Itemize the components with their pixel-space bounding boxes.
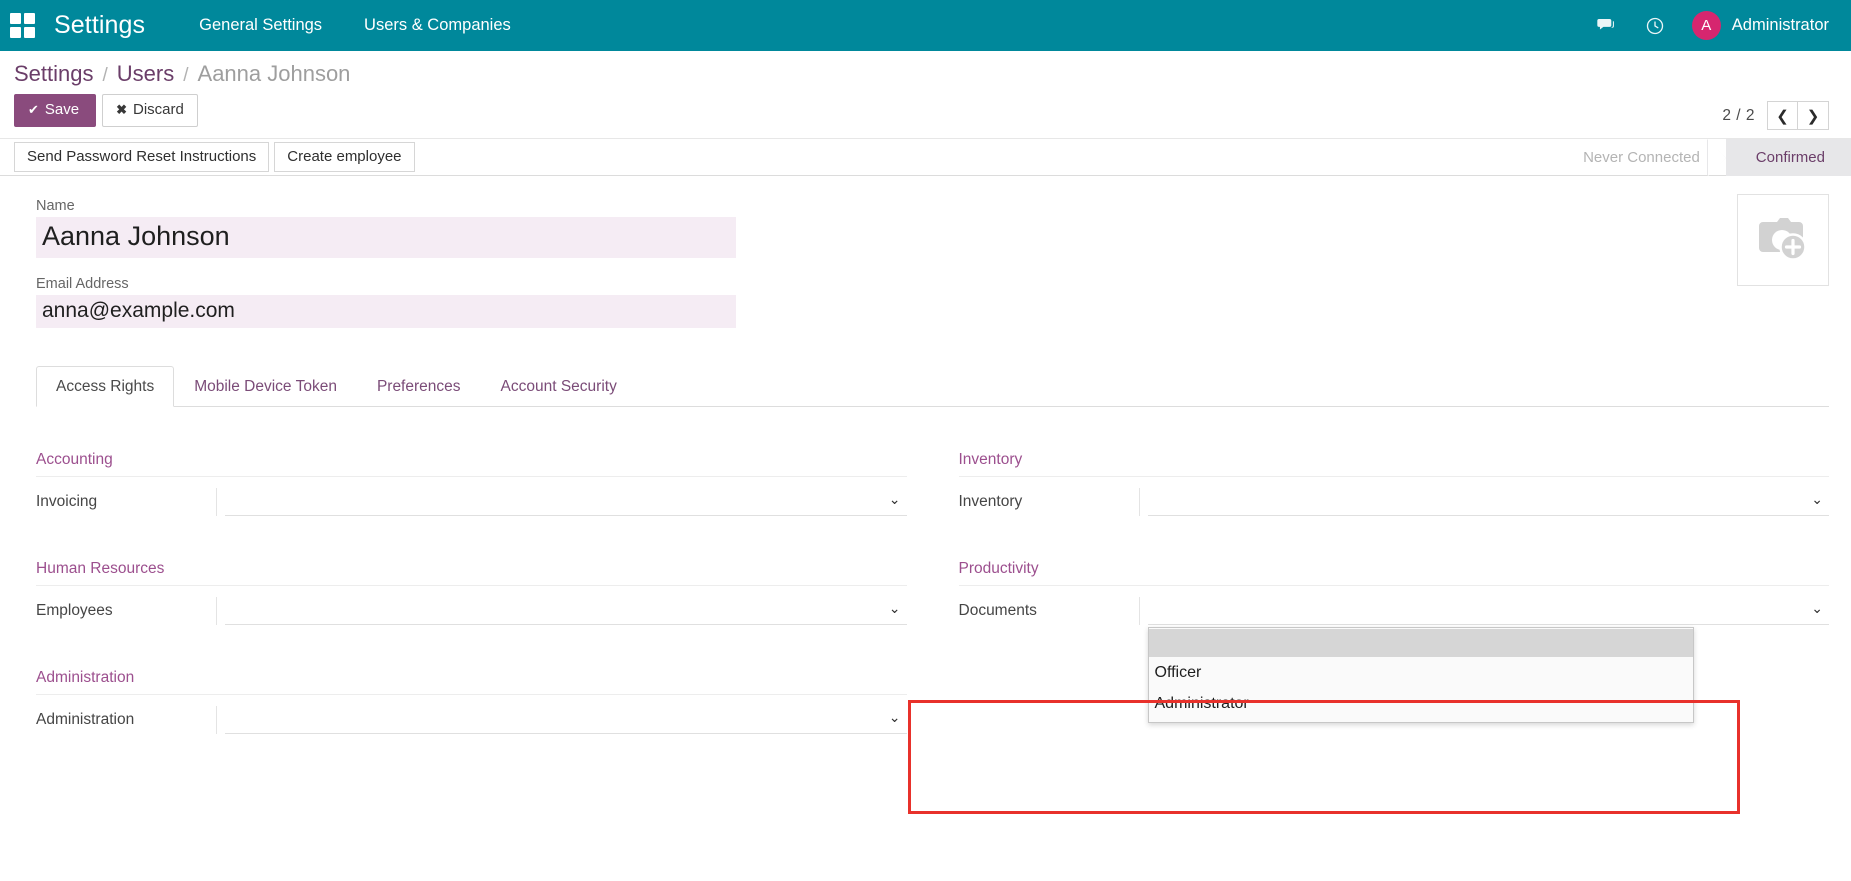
top-navbar: Settings General Settings Users & Compan… (0, 0, 1851, 51)
email-label: Email Address (36, 276, 1829, 292)
statusbar-row: Send Password Reset Instructions Create … (0, 139, 1851, 176)
camera-plus-icon (1752, 214, 1814, 266)
tab-access-rights[interactable]: Access Rights (36, 366, 174, 407)
notebook: Access Rights Mobile Device Token Prefer… (36, 366, 1829, 734)
save-button[interactable]: ✔ Save (14, 94, 96, 127)
inventory-select-wrap: ⌄ (1139, 488, 1830, 516)
inventory-select[interactable] (1148, 488, 1830, 516)
pager: 2 / 2 ❮ ❯ (1722, 101, 1829, 130)
tab-preferences[interactable]: Preferences (357, 366, 481, 407)
stage-confirmed[interactable]: Confirmed (1726, 139, 1851, 176)
dropdown-option-administrator[interactable]: Administrator (1149, 688, 1693, 719)
invoicing-select[interactable] (225, 488, 907, 516)
breadcrumb: Settings / Users / Aanna Johnson (14, 63, 1829, 85)
navbar-menu: General Settings Users & Companies (199, 16, 511, 35)
breadcrumb-separator: / (103, 66, 108, 85)
field-row-employees: Employees ⌄ (36, 586, 907, 625)
user-menu[interactable]: A Administrator (1692, 11, 1829, 40)
employees-label: Employees (36, 602, 216, 620)
form-action-buttons: Send Password Reset Instructions Create … (14, 142, 415, 172)
cross-icon: ✖ (116, 102, 127, 117)
avatar-upload-placeholder[interactable] (1737, 194, 1829, 286)
nav-item-general-settings[interactable]: General Settings (199, 16, 322, 35)
breadcrumb-item-current: Aanna Johnson (198, 63, 351, 85)
documents-label: Documents (959, 602, 1139, 620)
dropdown-option-officer[interactable]: Officer (1149, 657, 1693, 688)
tab-account-security[interactable]: Account Security (481, 366, 637, 407)
administration-select[interactable] (225, 706, 907, 734)
name-input[interactable] (36, 217, 736, 258)
administration-select-wrap: ⌄ (216, 706, 907, 734)
field-row-documents: Documents ⌄ Officer Administrator (959, 586, 1830, 625)
breadcrumb-separator: / (183, 66, 188, 85)
group-title-inventory: Inventory (959, 451, 1830, 477)
navbar-right: A Administrator (1596, 11, 1829, 40)
nav-item-users-companies[interactable]: Users & Companies (364, 16, 511, 35)
invoicing-select-wrap: ⌄ (216, 488, 907, 516)
group-title-administration: Administration (36, 669, 907, 695)
save-button-label: Save (45, 101, 79, 118)
employees-select-wrap: ⌄ (216, 597, 907, 625)
breadcrumb-item-settings[interactable]: Settings (14, 63, 94, 85)
stage-never-connected[interactable]: Never Connected (1553, 139, 1726, 176)
breadcrumb-item-users[interactable]: Users (117, 63, 174, 85)
documents-select-wrap: ⌄ Officer Administrator (1139, 597, 1830, 625)
tab-mobile-device-token[interactable]: Mobile Device Token (174, 366, 357, 407)
discard-button[interactable]: ✖ Discard (102, 94, 198, 127)
email-field-block: Email Address (36, 276, 1829, 328)
avatar: A (1692, 11, 1721, 40)
name-label: Name (36, 198, 1829, 214)
administration-label: Administration (36, 711, 216, 729)
documents-select[interactable] (1148, 597, 1830, 625)
chevron-left-icon[interactable]: ❮ (1767, 101, 1798, 130)
inventory-label: Inventory (959, 493, 1139, 511)
documents-dropdown-list[interactable]: Officer Administrator (1148, 627, 1694, 723)
access-rights-groups: Accounting Invoicing ⌄ Human Resources E… (36, 407, 1829, 734)
form-sheet: Name Email Address Access Rights Mobile … (0, 176, 1851, 880)
status-stages: Never Connected Confirmed (1553, 139, 1851, 176)
user-name-label: Administrator (1732, 16, 1829, 35)
control-panel: Settings / Users / Aanna Johnson ✔ Save ✖… (0, 51, 1851, 139)
check-icon: ✔ (28, 102, 39, 117)
email-input[interactable] (36, 295, 736, 328)
employees-select[interactable] (225, 597, 907, 625)
pager-buttons: ❮ ❯ (1767, 101, 1829, 130)
send-password-reset-button[interactable]: Send Password Reset Instructions (14, 142, 269, 172)
clock-icon[interactable] (1644, 15, 1666, 37)
create-employee-button[interactable]: Create employee (274, 142, 414, 172)
field-row-administration: Administration ⌄ (36, 695, 907, 734)
field-row-inventory: Inventory ⌄ (959, 477, 1830, 516)
access-rights-left-column: Accounting Invoicing ⌄ Human Resources E… (36, 451, 907, 734)
notebook-tabs: Access Rights Mobile Device Token Prefer… (36, 366, 1829, 407)
group-title-accounting: Accounting (36, 451, 907, 477)
field-row-invoicing: Invoicing ⌄ (36, 477, 907, 516)
group-title-human-resources: Human Resources (36, 560, 907, 586)
record-action-buttons: ✔ Save ✖ Discard (14, 94, 1829, 127)
invoicing-label: Invoicing (36, 493, 216, 511)
access-rights-right-column: Inventory Inventory ⌄ Productivity Docum… (959, 451, 1830, 734)
discard-button-label: Discard (133, 101, 184, 118)
apps-grid-icon[interactable] (10, 13, 36, 39)
group-title-productivity: Productivity (959, 560, 1830, 586)
name-field-block: Name (36, 198, 1829, 258)
chat-bubble-icon[interactable] (1596, 15, 1618, 37)
chevron-right-icon[interactable]: ❯ (1798, 101, 1829, 130)
dropdown-option-blank[interactable] (1149, 629, 1693, 657)
pager-count: 2 / 2 (1722, 107, 1755, 125)
app-brand-title[interactable]: Settings (54, 11, 145, 40)
